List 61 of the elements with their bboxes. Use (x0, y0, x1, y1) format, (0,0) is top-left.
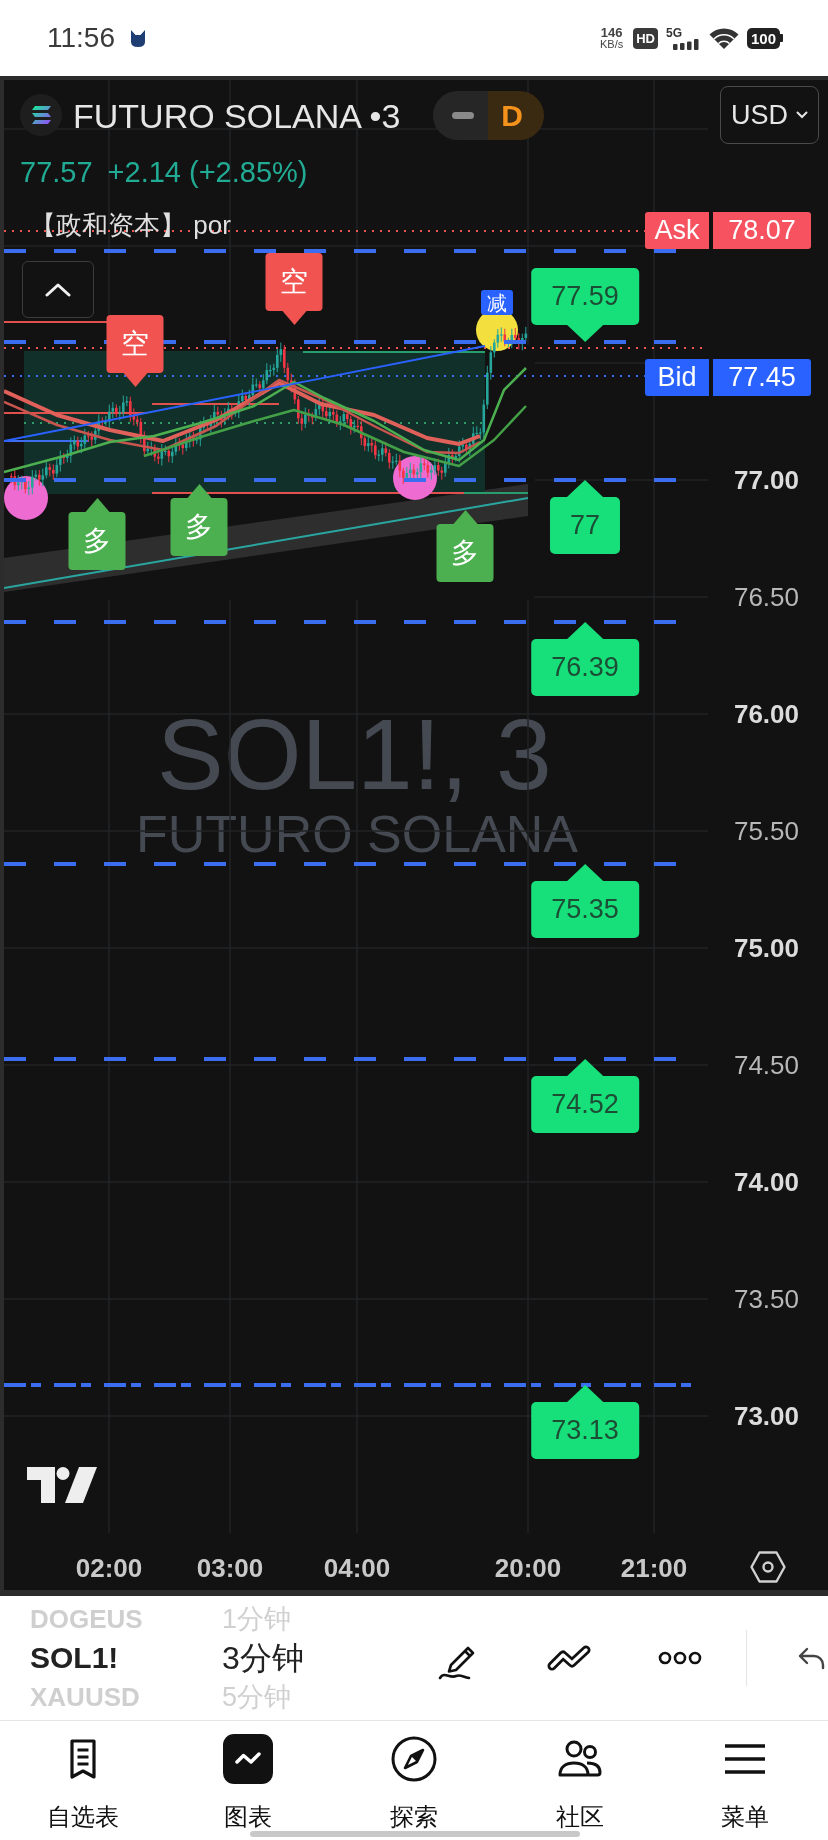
chart-watermark-name: FUTURO SOLANA (136, 808, 579, 860)
price-level-label: 76.39 (531, 622, 639, 696)
battery-indicator: 100 (746, 27, 783, 49)
short-signal-label: 空 (106, 315, 164, 387)
nav-tab[interactable]: 探索 (331, 1721, 497, 1840)
chevron-up-icon (45, 282, 71, 297)
ask-price: 78.07 (713, 212, 811, 249)
price-axis-label: 74.50 (733, 1052, 799, 1078)
more-icon[interactable] (658, 1651, 702, 1665)
price-axis-label: 73.00 (733, 1403, 799, 1429)
bid-price: 77.45 (713, 359, 811, 396)
undo-icon[interactable] (797, 1646, 825, 1670)
price-level-label: 74.52 (531, 1059, 639, 1133)
nav-tab[interactable]: 菜单 (662, 1721, 828, 1840)
currency-button[interactable]: USD (720, 86, 819, 144)
price-level-label: 73.13 (531, 1385, 639, 1459)
price-level-label: 75.35 (531, 864, 639, 938)
bid-label: Bid (645, 359, 709, 396)
status-badge: D (488, 91, 544, 140)
reduce-signal-label: 减 (481, 290, 513, 315)
time-axis-label: 04:00 (323, 1555, 391, 1581)
network-speed-unit: KB/s (599, 39, 624, 50)
logo-icon (27, 1467, 97, 1503)
price-axis-label: 73.50 (733, 1286, 799, 1312)
network-speed: 146 (600, 26, 623, 39)
collapse-button[interactable] (22, 261, 94, 318)
symbol-title: FUTURO SOLANA •3 (73, 99, 401, 133)
short-signal-label: 空 (265, 253, 323, 325)
time-axis-label: 03:00 (196, 1555, 264, 1581)
nav-tab[interactable]: 自选表 (0, 1721, 166, 1840)
price-axis-label: 75.00 (733, 935, 799, 961)
chart-watermark-symbol: SOL1!, 3 (157, 704, 552, 804)
settings-icon[interactable] (750, 1551, 786, 1583)
network-type: 5G (665, 26, 683, 39)
long-signal-label: 多 (68, 498, 126, 570)
cat-icon (128, 28, 148, 48)
price-level-label: 77 (550, 480, 620, 554)
price-level-label: 77.59 (531, 268, 639, 342)
nav-tab[interactable]: 图表 (165, 1721, 332, 1840)
price-axis-label: 75.50 (733, 818, 799, 844)
chevron-down-icon (796, 111, 808, 119)
clock-time: 11:56 (47, 24, 115, 52)
hd-badge: HD (633, 27, 658, 49)
time-axis-label: 20:00 (494, 1555, 562, 1581)
ask-label: Ask (645, 212, 709, 249)
price-axis-label: 76.50 (733, 584, 799, 610)
symbol-option[interactable]: SOL1! (30, 1636, 119, 1680)
time-axis-label: 21:00 (620, 1555, 688, 1581)
signal-bars-icon (672, 38, 699, 50)
price-axis-label: 74.00 (733, 1169, 799, 1195)
time-axis-label: 02:00 (75, 1555, 143, 1581)
indicator-legend: 【政和资本】 por (30, 212, 231, 238)
long-signal-label: 多 (436, 510, 494, 582)
price-change: +2.14 (+2.85%) (107, 158, 308, 187)
price-axis-label: 77.00 (733, 467, 799, 493)
wifi-icon (708, 27, 739, 49)
nav-tab[interactable]: 社区 (496, 1721, 663, 1840)
price-axis-label: 76.00 (733, 701, 799, 727)
last-price: 77.57 (20, 158, 93, 187)
interval-option[interactable]: 3分钟 (222, 1636, 304, 1680)
long-signal-label: 多 (170, 484, 228, 556)
